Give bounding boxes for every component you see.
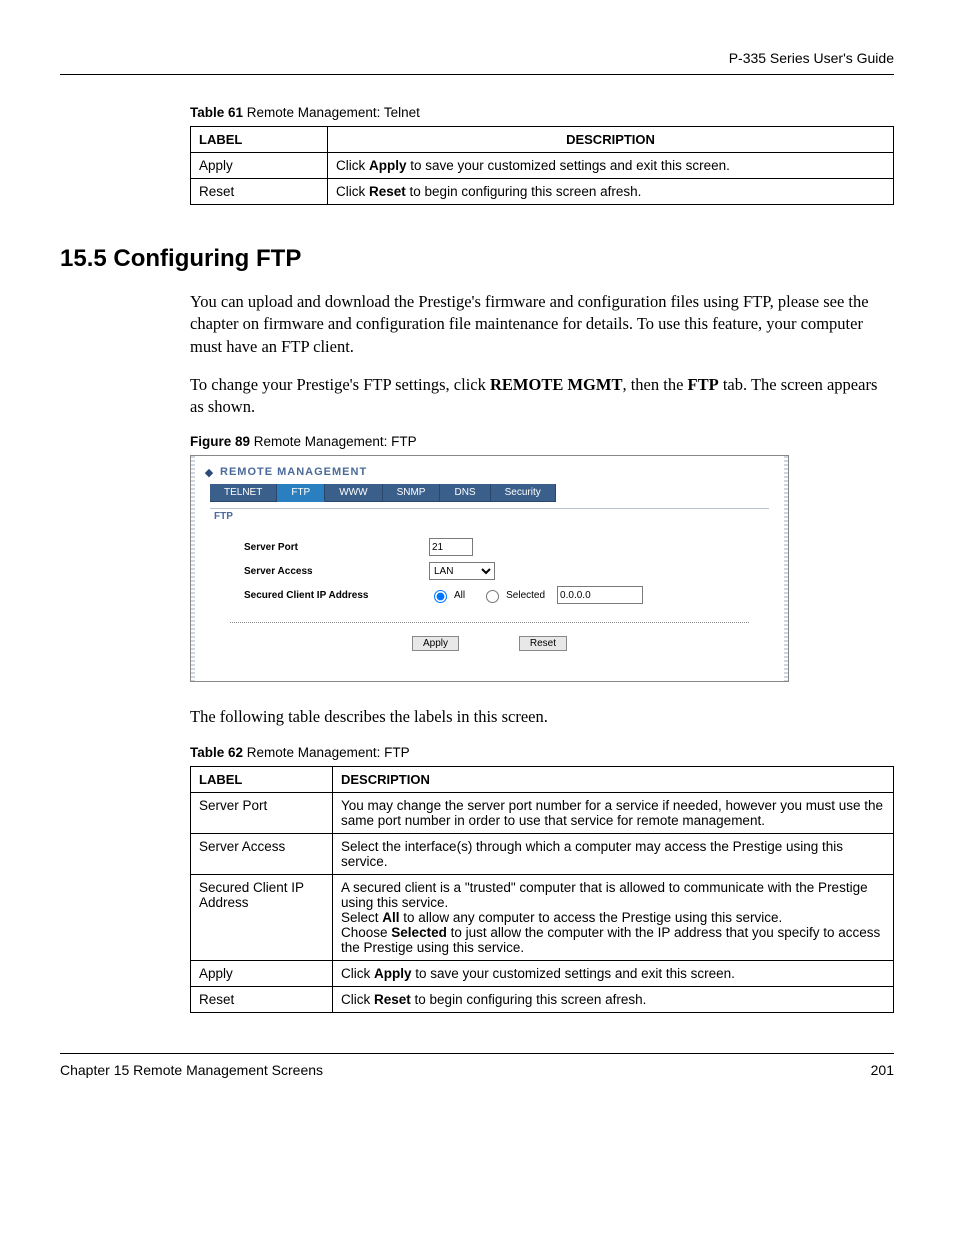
- secured-ip-input[interactable]: [557, 586, 643, 604]
- figure-89-box: ◆ REMOTE MANAGEMENT TELNET FTP WWW SNMP …: [190, 455, 789, 682]
- section-heading: 15.5 Configuring FTP: [60, 245, 894, 273]
- header-rule: [60, 74, 894, 75]
- dotted-separator: [230, 622, 749, 623]
- tab-snmp[interactable]: SNMP: [383, 484, 441, 502]
- tab-ftp[interactable]: FTP: [277, 484, 325, 502]
- footer-chapter: Chapter 15 Remote Management Screens: [60, 1062, 323, 1078]
- apply-button[interactable]: Apply: [412, 636, 459, 651]
- table-row: Apply Click Apply to save your customize…: [191, 153, 894, 179]
- paragraph-2: To change your Prestige's FTP settings, …: [190, 374, 894, 419]
- secured-ip-label: Secured Client IP Address: [244, 590, 429, 601]
- table-row: Reset Click Reset to begin configuring t…: [191, 179, 894, 205]
- tab-www[interactable]: WWW: [325, 484, 382, 502]
- table-row: Server Port You may change the server po…: [191, 792, 894, 833]
- tab-telnet[interactable]: TELNET: [210, 484, 277, 502]
- tab-bar: TELNET FTP WWW SNMP DNS Security: [210, 484, 777, 502]
- diamond-icon: ◆: [204, 467, 214, 477]
- table-row: Server Access Select the interface(s) th…: [191, 833, 894, 874]
- table61-head-label: LABEL: [191, 127, 328, 153]
- radio-all[interactable]: [434, 590, 447, 603]
- paragraph-1: You can upload and download the Prestige…: [190, 291, 894, 358]
- table-62: LABEL DESCRIPTION Server Port You may ch…: [190, 766, 894, 1013]
- server-port-label: Server Port: [244, 542, 429, 553]
- table-row: Apply Click Apply to save your customize…: [191, 960, 894, 986]
- after-figure-text: The following table describes the labels…: [190, 706, 894, 728]
- tab-dns[interactable]: DNS: [440, 484, 490, 502]
- subpanel-label: FTP: [210, 511, 769, 522]
- table62-head-desc: DESCRIPTION: [333, 766, 894, 792]
- panel-title: REMOTE MANAGEMENT: [220, 466, 367, 478]
- table62-head-label: LABEL: [191, 766, 333, 792]
- server-access-label: Server Access: [244, 566, 429, 577]
- table61-head-desc: DESCRIPTION: [328, 127, 894, 153]
- figure89-caption: Figure 89 Remote Management: FTP: [190, 434, 894, 449]
- server-port-input[interactable]: [429, 538, 473, 556]
- radio-selected-label: Selected: [506, 590, 545, 601]
- doc-header: P-335 Series User's Guide: [60, 50, 894, 66]
- page-footer: Chapter 15 Remote Management Screens 201: [60, 1053, 894, 1078]
- table61-caption: Table 61 Remote Management: Telnet: [190, 105, 894, 120]
- radio-all-label: All: [454, 590, 465, 601]
- table-61: LABEL DESCRIPTION Apply Click Apply to s…: [190, 126, 894, 205]
- tab-security[interactable]: Security: [491, 484, 556, 502]
- server-access-select[interactable]: LAN: [429, 562, 495, 580]
- footer-page-number: 201: [871, 1062, 894, 1078]
- table-row: Secured Client IP Address A secured clie…: [191, 874, 894, 960]
- radio-selected[interactable]: [486, 590, 499, 603]
- table-row: Reset Click Reset to begin configuring t…: [191, 986, 894, 1012]
- table62-caption: Table 62 Remote Management: FTP: [190, 745, 894, 760]
- reset-button[interactable]: Reset: [519, 636, 567, 651]
